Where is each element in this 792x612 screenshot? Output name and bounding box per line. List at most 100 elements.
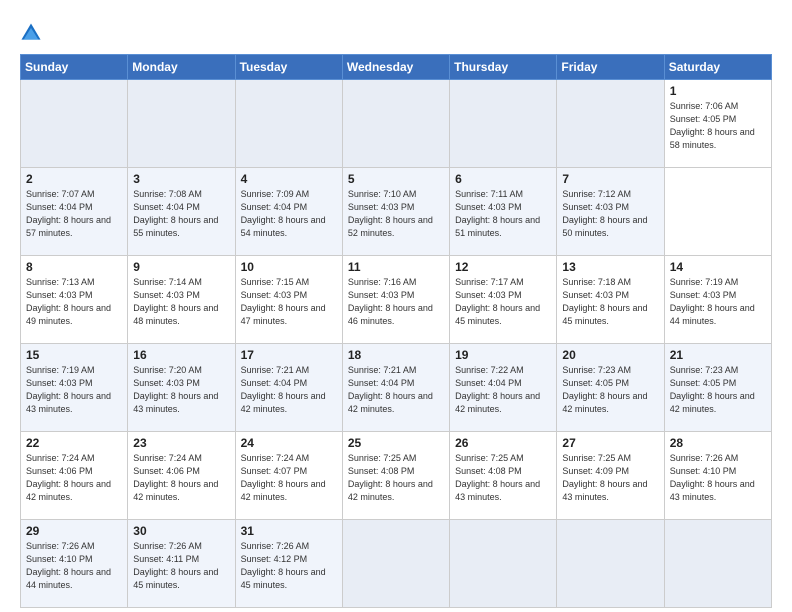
calendar-day-12: 12 Sunrise: 7:17 AMSunset: 4:03 PMDayligh… (450, 256, 557, 344)
day-detail: Sunrise: 7:17 AMSunset: 4:03 PMDaylight:… (455, 277, 540, 326)
day-detail: Sunrise: 7:26 AMSunset: 4:11 PMDaylight:… (133, 541, 218, 590)
day-number: 13 (562, 260, 659, 274)
calendar-day-13: 13 Sunrise: 7:18 AMSunset: 4:03 PMDayligh… (557, 256, 664, 344)
calendar-header-friday: Friday (557, 55, 664, 80)
header (20, 18, 772, 44)
calendar-day-17: 17 Sunrise: 7:21 AMSunset: 4:04 PMDayligh… (235, 344, 342, 432)
calendar-day-14: 14Sunrise: 7:19 AMSunset: 4:03 PMDayligh… (664, 256, 771, 344)
day-number: 23 (133, 436, 230, 450)
calendar-day-11: 11Sunrise: 7:16 AMSunset: 4:03 PMDayligh… (342, 256, 449, 344)
logo-icon (20, 22, 42, 44)
calendar-day-6: 6 Sunrise: 7:11 AMSunset: 4:03 PMDaylight… (450, 168, 557, 256)
empty-cell (128, 80, 235, 168)
calendar-day-18: 18Sunrise: 7:21 AMSunset: 4:04 PMDayligh… (342, 344, 449, 432)
day-detail: Sunrise: 7:12 AMSunset: 4:03 PMDaylight:… (562, 189, 647, 238)
day-detail: Sunrise: 7:24 AMSunset: 4:07 PMDaylight:… (241, 453, 326, 502)
day-detail: Sunrise: 7:06 AMSunset: 4:05 PMDaylight:… (670, 101, 755, 150)
calendar-day-4: 4 Sunrise: 7:09 AMSunset: 4:04 PMDaylight… (235, 168, 342, 256)
day-number: 11 (348, 260, 445, 274)
calendar-week-1: 1 Sunrise: 7:06 AMSunset: 4:05 PMDaylight… (21, 80, 772, 168)
day-number: 20 (562, 348, 659, 362)
calendar-day-16: 16Sunrise: 7:20 AMSunset: 4:03 PMDayligh… (128, 344, 235, 432)
calendar-day-7: 7 Sunrise: 7:12 AMSunset: 4:03 PMDaylight… (557, 168, 664, 256)
empty-cell (342, 80, 449, 168)
day-detail: Sunrise: 7:21 AMSunset: 4:04 PMDaylight:… (241, 365, 326, 414)
day-number: 8 (26, 260, 123, 274)
day-number: 5 (348, 172, 445, 186)
calendar-week-6: 29 Sunrise: 7:26 AMSunset: 4:10 PMDayligh… (21, 520, 772, 608)
day-detail: Sunrise: 7:19 AMSunset: 4:03 PMDaylight:… (26, 365, 111, 414)
day-detail: Sunrise: 7:19 AMSunset: 4:03 PMDaylight:… (670, 277, 755, 326)
day-number: 4 (241, 172, 338, 186)
calendar-day-3: 3 Sunrise: 7:08 AMSunset: 4:04 PMDaylight… (128, 168, 235, 256)
calendar-day-20: 20 Sunrise: 7:23 AMSunset: 4:05 PMDayligh… (557, 344, 664, 432)
day-detail: Sunrise: 7:22 AMSunset: 4:04 PMDaylight:… (455, 365, 540, 414)
day-detail: Sunrise: 7:26 AMSunset: 4:12 PMDaylight:… (241, 541, 326, 590)
day-number: 31 (241, 524, 338, 538)
day-number: 29 (26, 524, 123, 538)
calendar-header-monday: Monday (128, 55, 235, 80)
empty-cell (557, 80, 664, 168)
day-detail: Sunrise: 7:24 AMSunset: 4:06 PMDaylight:… (26, 453, 111, 502)
day-number: 26 (455, 436, 552, 450)
day-detail: Sunrise: 7:11 AMSunset: 4:03 PMDaylight:… (455, 189, 540, 238)
day-detail: Sunrise: 7:26 AMSunset: 4:10 PMDaylight:… (670, 453, 755, 502)
day-number: 25 (348, 436, 445, 450)
day-detail: Sunrise: 7:09 AMSunset: 4:04 PMDaylight:… (241, 189, 326, 238)
day-detail: Sunrise: 7:23 AMSunset: 4:05 PMDaylight:… (562, 365, 647, 414)
empty-cell (557, 520, 664, 608)
day-number: 28 (670, 436, 767, 450)
calendar-day-23: 23 Sunrise: 7:24 AMSunset: 4:06 PMDayligh… (128, 432, 235, 520)
day-detail: Sunrise: 7:20 AMSunset: 4:03 PMDaylight:… (133, 365, 218, 414)
day-number: 2 (26, 172, 123, 186)
day-number: 15 (26, 348, 123, 362)
day-detail: Sunrise: 7:21 AMSunset: 4:04 PMDaylight:… (348, 365, 433, 414)
day-detail: Sunrise: 7:14 AMSunset: 4:03 PMDaylight:… (133, 277, 218, 326)
day-number: 1 (670, 84, 767, 98)
calendar-day-22: 22 Sunrise: 7:24 AMSunset: 4:06 PMDayligh… (21, 432, 128, 520)
day-number: 9 (133, 260, 230, 274)
day-number: 21 (670, 348, 767, 362)
calendar-day-9: 9 Sunrise: 7:14 AMSunset: 4:03 PMDaylight… (128, 256, 235, 344)
calendar-day-25: 25 Sunrise: 7:25 AMSunset: 4:08 PMDayligh… (342, 432, 449, 520)
day-detail: Sunrise: 7:25 AMSunset: 4:08 PMDaylight:… (348, 453, 433, 502)
calendar-header-row: SundayMondayTuesdayWednesdayThursdayFrid… (21, 55, 772, 80)
calendar-week-2: 2Sunrise: 7:07 AMSunset: 4:04 PMDaylight… (21, 168, 772, 256)
calendar-day-8: 8 Sunrise: 7:13 AMSunset: 4:03 PMDaylight… (21, 256, 128, 344)
empty-cell (235, 80, 342, 168)
calendar-day-27: 27Sunrise: 7:25 AMSunset: 4:09 PMDayligh… (557, 432, 664, 520)
calendar-day-10: 10 Sunrise: 7:15 AMSunset: 4:03 PMDayligh… (235, 256, 342, 344)
empty-cell (450, 520, 557, 608)
day-number: 6 (455, 172, 552, 186)
day-number: 7 (562, 172, 659, 186)
day-number: 3 (133, 172, 230, 186)
empty-cell (21, 80, 128, 168)
calendar-header-sunday: Sunday (21, 55, 128, 80)
day-detail: Sunrise: 7:13 AMSunset: 4:03 PMDaylight:… (26, 277, 111, 326)
calendar-header-tuesday: Tuesday (235, 55, 342, 80)
day-detail: Sunrise: 7:18 AMSunset: 4:03 PMDaylight:… (562, 277, 647, 326)
empty-cell (342, 520, 449, 608)
day-number: 27 (562, 436, 659, 450)
day-number: 12 (455, 260, 552, 274)
calendar-day-28: 28 Sunrise: 7:26 AMSunset: 4:10 PMDayligh… (664, 432, 771, 520)
page: SundayMondayTuesdayWednesdayThursdayFrid… (0, 0, 792, 612)
calendar-day-19: 19Sunrise: 7:22 AMSunset: 4:04 PMDayligh… (450, 344, 557, 432)
day-detail: Sunrise: 7:08 AMSunset: 4:04 PMDaylight:… (133, 189, 218, 238)
day-detail: Sunrise: 7:24 AMSunset: 4:06 PMDaylight:… (133, 453, 218, 502)
day-detail: Sunrise: 7:10 AMSunset: 4:03 PMDaylight:… (348, 189, 433, 238)
calendar-table: SundayMondayTuesdayWednesdayThursdayFrid… (20, 54, 772, 608)
day-number: 22 (26, 436, 123, 450)
day-detail: Sunrise: 7:25 AMSunset: 4:08 PMDaylight:… (455, 453, 540, 502)
day-detail: Sunrise: 7:23 AMSunset: 4:05 PMDaylight:… (670, 365, 755, 414)
logo (20, 22, 44, 44)
day-number: 24 (241, 436, 338, 450)
empty-cell (664, 520, 771, 608)
day-detail: Sunrise: 7:26 AMSunset: 4:10 PMDaylight:… (26, 541, 111, 590)
calendar-week-5: 22 Sunrise: 7:24 AMSunset: 4:06 PMDayligh… (21, 432, 772, 520)
calendar-week-3: 8 Sunrise: 7:13 AMSunset: 4:03 PMDaylight… (21, 256, 772, 344)
day-number: 17 (241, 348, 338, 362)
calendar-day-15: 15 Sunrise: 7:19 AMSunset: 4:03 PMDayligh… (21, 344, 128, 432)
day-detail: Sunrise: 7:15 AMSunset: 4:03 PMDaylight:… (241, 277, 326, 326)
day-number: 10 (241, 260, 338, 274)
